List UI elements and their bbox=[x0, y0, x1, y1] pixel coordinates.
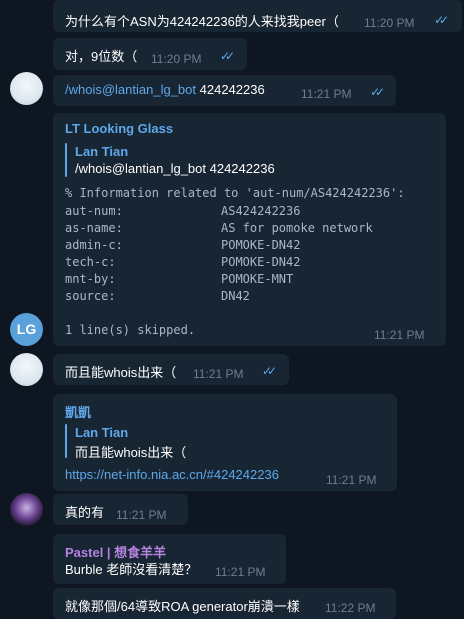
reply-quote-name[interactable]: Lan Tian bbox=[75, 425, 128, 440]
bot-command-link[interactable]: /whois@lantian_lg_bot bbox=[65, 82, 196, 97]
sender-name[interactable]: 凱凱 bbox=[65, 402, 91, 421]
whois-footer: 1 line(s) skipped. bbox=[65, 323, 196, 337]
whois-field-key: admin-c: bbox=[65, 238, 123, 252]
message-text: 为什么有个ASN为424242236的人来找我peer（ bbox=[65, 14, 339, 29]
message-text: /whois@lantian_lg_bot 424242236 bbox=[65, 82, 265, 97]
reply-quote-text[interactable]: 而且能whois出来（ bbox=[75, 442, 186, 461]
message-timestamp: 11:21 PM bbox=[193, 367, 244, 381]
message-bubble[interactable]: 对，9位数（ 11:20 PM ✓✓ bbox=[53, 38, 247, 70]
whois-field-key: as-name: bbox=[65, 221, 123, 235]
message-timestamp: 11:21 PM bbox=[116, 508, 167, 522]
whois-field-key: tech-c: bbox=[65, 255, 116, 269]
double-check-icon: ✓✓ bbox=[262, 364, 277, 378]
message-text: 对，9位数（ bbox=[65, 49, 138, 64]
message-bubble[interactable]: Pastel | 想食羊羊 Burble 老師沒看清楚？ 11:21 PM bbox=[53, 534, 286, 584]
whois-field-value: AS for pomoke network bbox=[221, 221, 373, 235]
message-bubble[interactable]: 为什么有个ASN为424242236的人来找我peer（ 11:20 PM ✓✓ bbox=[53, 0, 462, 32]
sender-name[interactable]: LT Looking Glass bbox=[65, 121, 173, 136]
reply-quote-bar bbox=[65, 424, 67, 458]
whois-field-value: POMOKE-DN42 bbox=[221, 238, 301, 252]
message-text: 而且能whois出来（ bbox=[65, 365, 177, 380]
reply-quote-text[interactable]: /whois@lantian_lg_bot 424242236 bbox=[75, 161, 275, 176]
whois-field-value: POMOKE-DN42 bbox=[221, 255, 301, 269]
double-check-icon: ✓✓ bbox=[434, 13, 449, 27]
whois-field-key: aut-num: bbox=[65, 204, 123, 218]
message-text: 就像那個/64導致ROA generator崩潰一樣 bbox=[65, 599, 300, 614]
double-check-icon: ✓✓ bbox=[370, 85, 385, 99]
message-timestamp: 11:21 PM bbox=[326, 473, 377, 487]
message-timestamp: 11:21 PM bbox=[374, 328, 425, 342]
message-text: 真的有 bbox=[65, 505, 105, 520]
whois-header: % Information related to 'aut-num/AS4242… bbox=[65, 186, 405, 200]
message-timestamp: 11:22 PM bbox=[325, 601, 376, 615]
message-timestamp: 11:20 PM bbox=[364, 16, 415, 30]
whois-field-value: DN42 bbox=[221, 289, 250, 303]
message-bubble[interactable]: 就像那個/64導致ROA generator崩潰一樣 11:22 PM bbox=[53, 588, 396, 619]
reply-quote-name[interactable]: Lan Tian bbox=[75, 144, 128, 159]
message-timestamp: 11:20 PM bbox=[151, 52, 202, 66]
avatar[interactable] bbox=[10, 72, 43, 105]
whois-field-key: mnt-by: bbox=[65, 272, 116, 286]
message-text: Burble 老師沒看清楚？ bbox=[65, 562, 198, 577]
avatar[interactable] bbox=[10, 353, 43, 386]
avatar[interactable] bbox=[10, 493, 43, 526]
message-bubble[interactable]: /whois@lantian_lg_bot 424242236 11:21 PM… bbox=[53, 75, 396, 106]
bot-message-bubble[interactable]: LT Looking Glass Lan Tian /whois@lantian… bbox=[53, 113, 446, 346]
message-bubble[interactable]: 真的有 11:21 PM bbox=[53, 494, 188, 525]
double-check-icon: ✓✓ bbox=[220, 49, 235, 63]
message-bubble[interactable]: 而且能whois出来（ 11:21 PM ✓✓ bbox=[53, 354, 289, 385]
message-link[interactable]: https://net-info.nia.ac.cn/#424242236 bbox=[65, 467, 279, 482]
whois-field-value: AS424242236 bbox=[221, 204, 301, 218]
message-timestamp: 11:21 PM bbox=[301, 87, 352, 101]
reply-quote-bar bbox=[65, 143, 67, 177]
message-timestamp: 11:21 PM bbox=[215, 565, 266, 579]
avatar[interactable]: LG bbox=[10, 313, 43, 346]
whois-field-key: source: bbox=[65, 289, 116, 303]
command-argument: 424242236 bbox=[199, 82, 265, 97]
whois-field-value: POMOKE-MNT bbox=[221, 272, 294, 286]
message-bubble[interactable]: 凱凱 Lan Tian 而且能whois出来（ https://net-info… bbox=[53, 394, 397, 491]
